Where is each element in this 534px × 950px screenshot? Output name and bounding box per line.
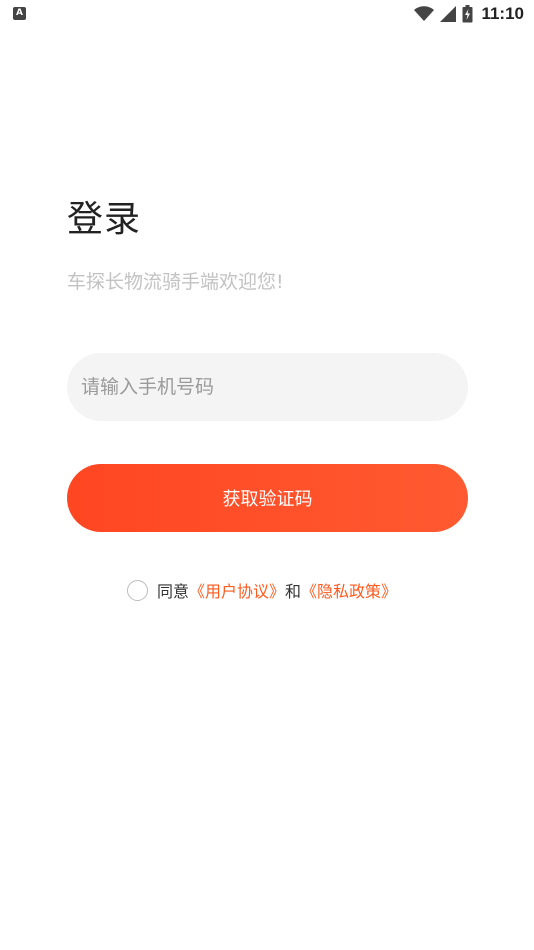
phone-input-container[interactable]	[67, 353, 468, 421]
agreement-row: 同意 《用户协议》 和 《隐私政策》	[127, 578, 397, 602]
phone-number-input[interactable]	[81, 353, 451, 421]
welcome-subtitle: 车探长物流骑手端欢迎您!	[67, 271, 284, 293]
wifi-icon	[414, 6, 435, 21]
notification-app-icon: A	[13, 7, 26, 20]
cell-signal-icon	[440, 6, 457, 22]
agree-conjunction: 和	[285, 582, 302, 601]
user-agreement-link[interactable]: 《用户协议》	[189, 578, 285, 602]
get-verification-code-button[interactable]: 获取验证码	[67, 464, 468, 532]
page-title: 登录	[67, 199, 142, 240]
agree-prefix: 同意	[157, 582, 190, 601]
status-right: 11:10	[414, 4, 524, 24]
battery-icon	[462, 5, 473, 23]
status-bar: A 11:10	[0, 0, 534, 28]
status-time: 11:10	[481, 4, 524, 23]
privacy-policy-link[interactable]: 《隐私政策》	[301, 578, 397, 602]
agree-checkbox[interactable]	[127, 579, 148, 601]
